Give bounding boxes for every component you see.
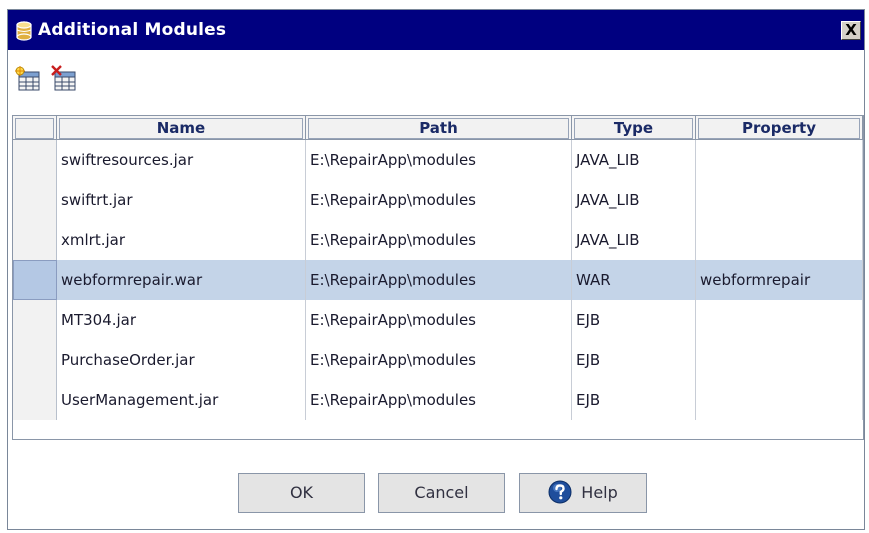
ok-button[interactable]: OK [238, 473, 365, 513]
cell-property[interactable] [696, 300, 863, 340]
close-icon: X [845, 21, 857, 39]
cell-path[interactable]: E:\RepairApp\modules [306, 260, 572, 300]
button-bar: OK Cancel Help [8, 440, 864, 529]
row-header[interactable] [13, 220, 57, 260]
cell-property[interactable] [696, 220, 863, 260]
cell-type[interactable]: EJB [572, 380, 696, 420]
table-row[interactable]: UserManagement.jar E:\RepairApp\modules … [13, 380, 863, 420]
cell-type[interactable]: JAVA_LIB [572, 140, 696, 180]
help-button[interactable]: Help [519, 473, 647, 513]
toolbar [8, 50, 864, 116]
row-header[interactable] [13, 340, 57, 380]
table-row[interactable]: xmlrt.jar E:\RepairApp\modules JAVA_LIB [13, 220, 863, 260]
help-label: Help [581, 483, 618, 502]
row-header[interactable] [13, 260, 57, 300]
cell-name[interactable]: MT304.jar [57, 300, 306, 340]
table-header-row: Name Path Type Property [13, 116, 863, 140]
cell-name[interactable]: xmlrt.jar [57, 220, 306, 260]
cell-name[interactable]: webformrepair.war [57, 260, 306, 300]
cell-path[interactable]: E:\RepairApp\modules [306, 140, 572, 180]
remove-module-icon [51, 65, 76, 91]
table-row[interactable]: PurchaseOrder.jar E:\RepairApp\modules E… [13, 340, 863, 380]
row-header[interactable] [13, 380, 57, 420]
close-button[interactable]: X [841, 21, 861, 40]
table-row[interactable]: MT304.jar E:\RepairApp\modules EJB [13, 300, 863, 340]
cell-name[interactable]: UserManagement.jar [57, 380, 306, 420]
cell-type[interactable]: EJB [572, 300, 696, 340]
cell-property[interactable]: webformrepair [696, 260, 863, 300]
cell-type[interactable]: EJB [572, 340, 696, 380]
modules-table: Name Path Type Property swiftresources.j… [12, 115, 864, 440]
ok-label: OK [289, 483, 314, 502]
add-module-button[interactable] [14, 65, 42, 93]
cell-path[interactable]: E:\RepairApp\modules [306, 180, 572, 220]
column-header-path[interactable]: Path [306, 116, 572, 140]
column-header-property[interactable]: Property [696, 116, 863, 140]
dialog-title: Additional Modules [38, 20, 227, 40]
cell-path[interactable]: E:\RepairApp\modules [306, 340, 572, 380]
remove-module-button[interactable] [50, 65, 78, 93]
column-header-type[interactable]: Type [572, 116, 696, 140]
row-header-corner [13, 116, 57, 140]
cell-path[interactable]: E:\RepairApp\modules [306, 380, 572, 420]
table-row[interactable]: swiftrt.jar E:\RepairApp\modules JAVA_LI… [13, 180, 863, 220]
cancel-label: Cancel [414, 483, 469, 502]
cell-property[interactable] [696, 140, 863, 180]
help-icon [548, 480, 572, 504]
table-row[interactable]: swiftresources.jar E:\RepairApp\modules … [13, 140, 863, 180]
cell-path[interactable]: E:\RepairApp\modules [306, 220, 572, 260]
row-header[interactable] [13, 300, 57, 340]
cell-path[interactable]: E:\RepairApp\modules [306, 300, 572, 340]
cell-name[interactable]: swiftresources.jar [57, 140, 306, 180]
cell-type[interactable]: JAVA_LIB [572, 180, 696, 220]
add-module-icon [15, 66, 40, 91]
cell-type[interactable]: WAR [572, 260, 696, 300]
row-header[interactable] [13, 140, 57, 180]
cell-name[interactable]: swiftrt.jar [57, 180, 306, 220]
title-bar[interactable]: Additional Modules X [8, 10, 864, 50]
additional-modules-dialog: Additional Modules X Name Path Type Prop… [7, 9, 865, 530]
column-header-name[interactable]: Name [57, 116, 306, 140]
cell-property[interactable] [696, 180, 863, 220]
app-icon [14, 21, 34, 41]
cell-property[interactable] [696, 340, 863, 380]
table-row-selected[interactable]: webformrepair.war E:\RepairApp\modules W… [13, 260, 863, 300]
cell-property[interactable] [696, 380, 863, 420]
cell-name[interactable]: PurchaseOrder.jar [57, 340, 306, 380]
cell-type[interactable]: JAVA_LIB [572, 220, 696, 260]
row-header[interactable] [13, 180, 57, 220]
cancel-button[interactable]: Cancel [378, 473, 505, 513]
